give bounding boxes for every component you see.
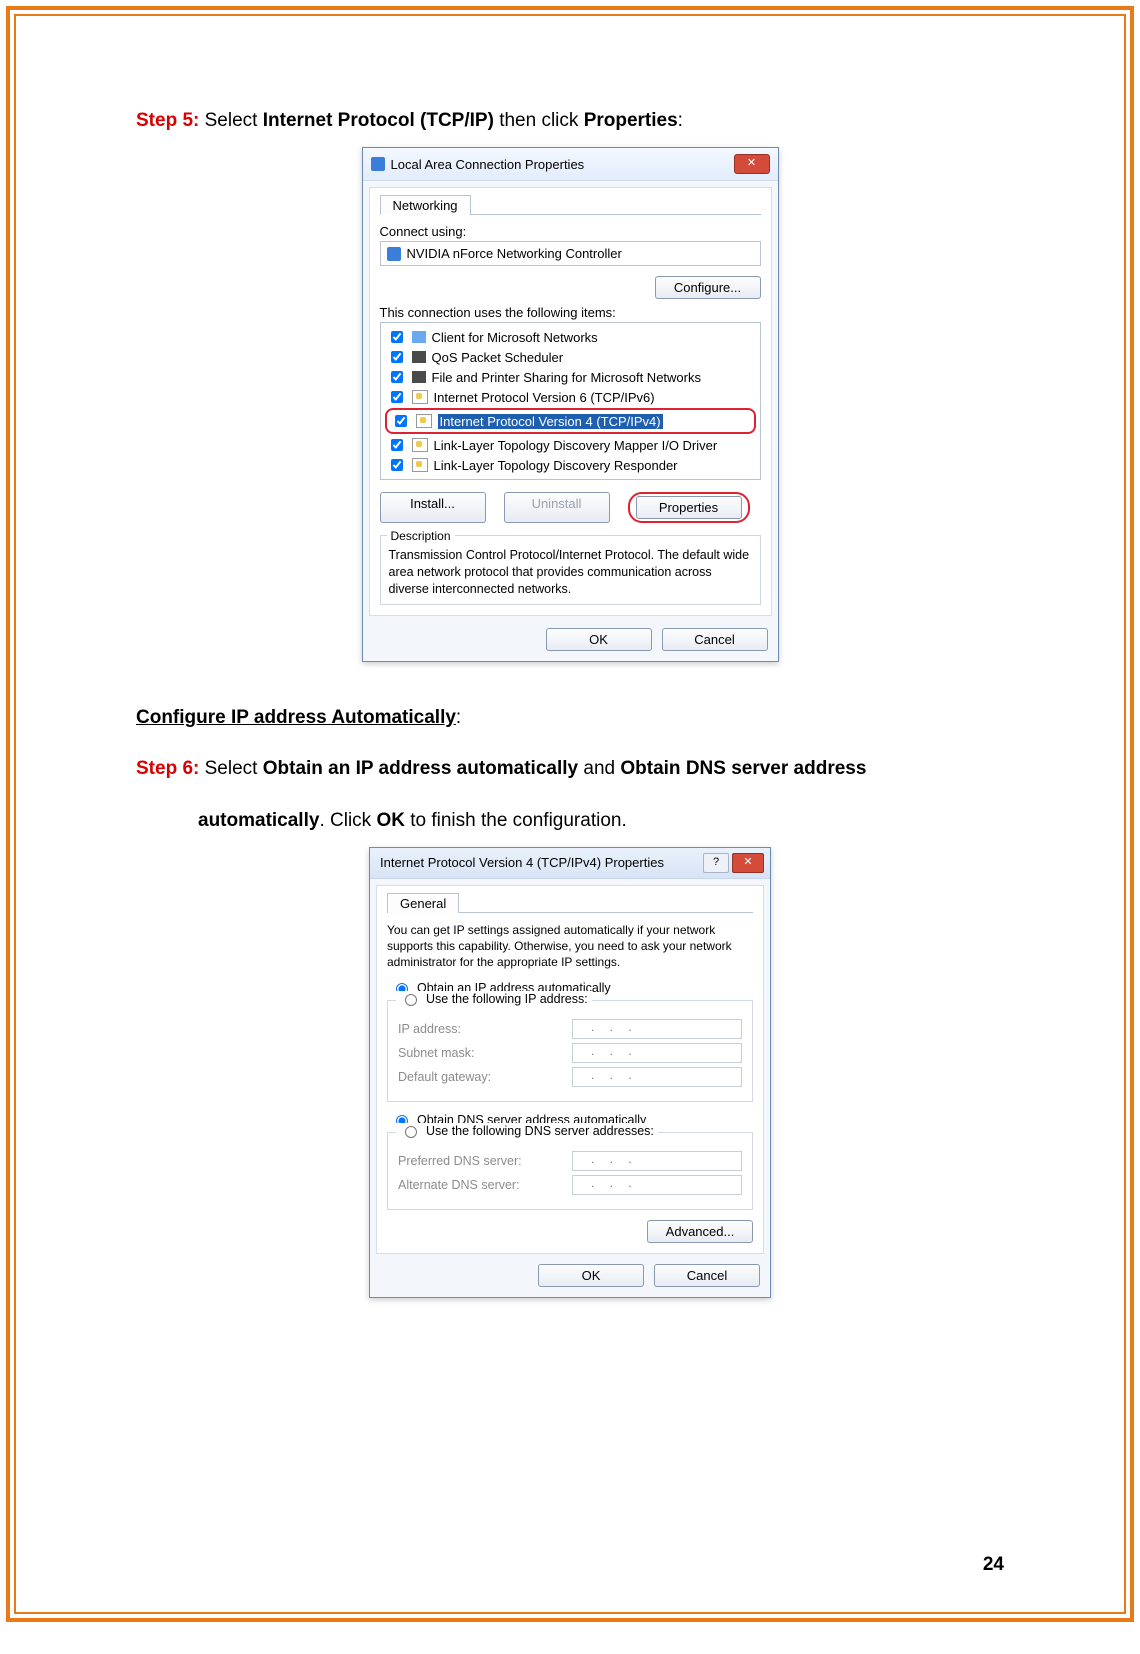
alternate-dns-input[interactable]: . . . bbox=[572, 1175, 742, 1195]
item-checkbox[interactable] bbox=[391, 371, 403, 383]
step6-label: Step 6: bbox=[136, 758, 199, 779]
adapter-field: NVIDIA nForce Networking Controller bbox=[380, 241, 761, 266]
intro-text: You can get IP settings assigned automat… bbox=[387, 922, 753, 971]
dialog-title: Local Area Connection Properties bbox=[391, 157, 585, 172]
description-group: Description Transmission Control Protoco… bbox=[380, 535, 761, 605]
item-checkbox[interactable] bbox=[391, 331, 403, 343]
ip-address-input[interactable]: . . . bbox=[572, 1019, 742, 1039]
item-checkbox[interactable] bbox=[391, 459, 403, 471]
selected-item-highlight: Internet Protocol Version 4 (TCP/IPv4) bbox=[385, 408, 756, 434]
item-checkbox[interactable] bbox=[391, 351, 403, 363]
tab-general[interactable]: General bbox=[387, 893, 459, 913]
page-number: 24 bbox=[983, 1554, 1004, 1576]
list-item-tcpipv4[interactable]: Internet Protocol Version 4 (TCP/IPv4) bbox=[389, 411, 752, 431]
radio-dns-manual[interactable]: Use the following DNS server addresses: bbox=[396, 1123, 658, 1138]
items-label: This connection uses the following items… bbox=[380, 305, 761, 320]
ip-address-label: IP address: bbox=[398, 1022, 461, 1036]
list-item[interactable]: Link-Layer Topology Discovery Responder bbox=[385, 455, 756, 475]
properties-highlight: Properties bbox=[628, 492, 750, 523]
subnet-mask-input[interactable]: . . . bbox=[572, 1043, 742, 1063]
adapter-name: NVIDIA nForce Networking Controller bbox=[407, 246, 622, 261]
step5-text: Step 5: Select Internet Protocol (TCP/IP… bbox=[136, 105, 1004, 137]
protocol-icon bbox=[412, 458, 428, 472]
connect-using-label: Connect using: bbox=[380, 224, 761, 239]
dialog-titlebar: Internet Protocol Version 4 (TCP/IPv4) P… bbox=[370, 848, 770, 879]
page-outer-border: Step 5: Select Internet Protocol (TCP/IP… bbox=[6, 6, 1134, 1622]
network-icon bbox=[371, 157, 385, 171]
item-checkbox[interactable] bbox=[391, 439, 403, 451]
alternate-dns-label: Alternate DNS server: bbox=[398, 1178, 520, 1192]
subnet-mask-label: Subnet mask: bbox=[398, 1046, 474, 1060]
ok-button[interactable]: OK bbox=[546, 628, 652, 651]
step6-text-line2: automatically. Click OK to finish the co… bbox=[198, 805, 1004, 837]
ok-button[interactable]: OK bbox=[538, 1264, 644, 1287]
manual-ip-group: Use the following IP address: IP address… bbox=[387, 1000, 753, 1102]
configure-button[interactable]: Configure... bbox=[655, 276, 761, 299]
cancel-button[interactable]: Cancel bbox=[662, 628, 768, 651]
step6-text-line1: Step 6: Select Obtain an IP address auto… bbox=[136, 753, 1004, 785]
service-icon bbox=[412, 371, 426, 383]
page-inner-border: Step 5: Select Internet Protocol (TCP/IP… bbox=[14, 14, 1126, 1614]
list-item[interactable]: Client for Microsoft Networks bbox=[385, 327, 756, 347]
item-checkbox[interactable] bbox=[395, 415, 407, 427]
connection-items-list: Client for Microsoft Networks QoS Packet… bbox=[380, 322, 761, 480]
protocol-icon bbox=[412, 390, 428, 404]
advanced-button[interactable]: Advanced... bbox=[647, 1220, 753, 1243]
lan-properties-dialog: Local Area Connection Properties ✕ Netwo… bbox=[362, 147, 779, 662]
preferred-dns-label: Preferred DNS server: bbox=[398, 1154, 522, 1168]
list-item[interactable]: File and Printer Sharing for Microsoft N… bbox=[385, 367, 756, 387]
ipv4-properties-dialog: Internet Protocol Version 4 (TCP/IPv4) P… bbox=[369, 847, 771, 1299]
uninstall-button[interactable]: Uninstall bbox=[504, 492, 610, 523]
description-text: Transmission Control Protocol/Internet P… bbox=[389, 547, 752, 598]
list-item[interactable]: Internet Protocol Version 6 (TCP/IPv6) bbox=[385, 387, 756, 407]
protocol-icon bbox=[416, 414, 432, 428]
dialog-titlebar: Local Area Connection Properties ✕ bbox=[363, 148, 778, 181]
install-button[interactable]: Install... bbox=[380, 492, 486, 523]
protocol-icon bbox=[412, 438, 428, 452]
dialog-title: Internet Protocol Version 4 (TCP/IPv4) P… bbox=[380, 855, 664, 870]
default-gateway-input[interactable]: . . . bbox=[572, 1067, 742, 1087]
list-item[interactable]: QoS Packet Scheduler bbox=[385, 347, 756, 367]
configure-auto-heading: Configure IP address Automatically: bbox=[136, 702, 1004, 734]
close-button[interactable]: ✕ bbox=[734, 154, 770, 174]
close-button[interactable]: ✕ bbox=[732, 853, 764, 873]
adapter-icon bbox=[387, 247, 401, 261]
item-checkbox[interactable] bbox=[391, 391, 403, 403]
manual-dns-group: Use the following DNS server addresses: … bbox=[387, 1132, 753, 1210]
preferred-dns-input[interactable]: . . . bbox=[572, 1151, 742, 1171]
default-gateway-label: Default gateway: bbox=[398, 1070, 491, 1084]
list-item[interactable]: Link-Layer Topology Discovery Mapper I/O… bbox=[385, 435, 756, 455]
radio-ip-manual[interactable]: Use the following IP address: bbox=[396, 991, 592, 1006]
cancel-button[interactable]: Cancel bbox=[654, 1264, 760, 1287]
description-title: Description bbox=[387, 529, 455, 543]
tab-networking[interactable]: Networking bbox=[380, 195, 471, 215]
help-button[interactable]: ? bbox=[703, 853, 729, 873]
radio-input[interactable] bbox=[405, 1126, 417, 1138]
service-icon bbox=[412, 331, 426, 343]
step5-label: Step 5: bbox=[136, 110, 199, 131]
service-icon bbox=[412, 351, 426, 363]
radio-input[interactable] bbox=[405, 994, 417, 1006]
properties-button[interactable]: Properties bbox=[636, 496, 742, 519]
